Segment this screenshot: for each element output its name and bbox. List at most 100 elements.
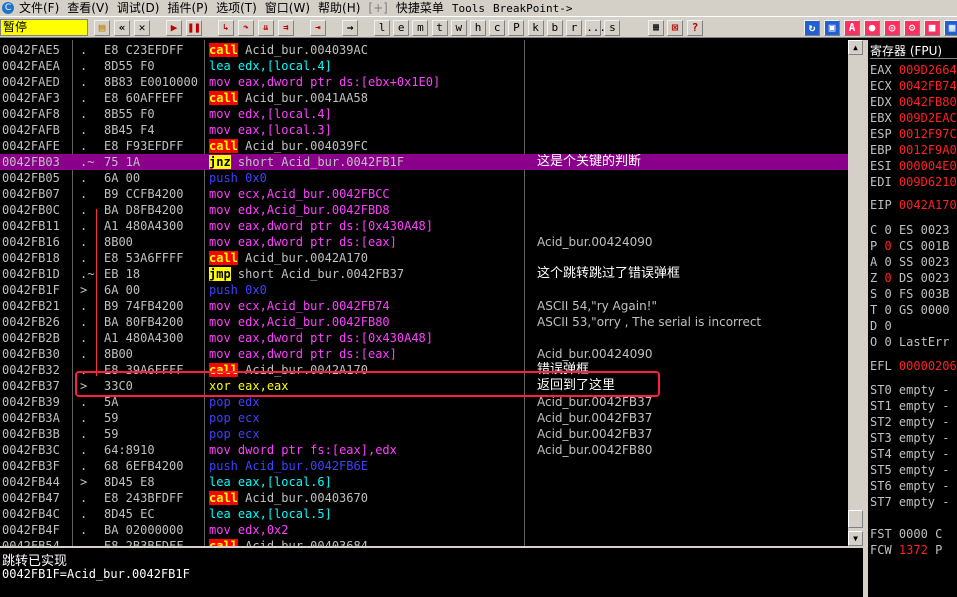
menu-item[interactable]: 快捷菜单	[392, 0, 448, 16]
register-row[interactable]: EAX 009D2664	[870, 62, 957, 78]
disasm-row[interactable]: 0042FB1F >6A 00 push 0x0	[0, 282, 848, 298]
flag-row[interactable]: D 0	[870, 318, 892, 334]
disasm-row[interactable]: 0042FAE5. E8 C23EFDFF call Acid_bur.004039…	[0, 42, 848, 58]
target-icon[interactable]: ◎	[884, 20, 900, 36]
stop-icon[interactable]: ■	[924, 20, 940, 36]
window-w-button[interactable]: w	[450, 20, 467, 36]
fpu-fst-row[interactable]: FST 0000 C	[870, 526, 942, 542]
gear-icon[interactable]: ⚙	[904, 20, 920, 36]
disasm-row[interactable]: 0042FB26. BA 80FB4200 mov edx,Acid_bur.004…	[0, 314, 848, 330]
disasm-row[interactable]: 0042FAEA. 8D55 F0 lea edx,[local.4]	[0, 58, 848, 74]
menu-item[interactable]: 选项(T)	[212, 0, 261, 16]
trace-into-icon[interactable]: ⇊	[258, 20, 274, 36]
step-over-icon[interactable]: ↷	[238, 20, 254, 36]
disasm-row[interactable]: 0042FB3A. 59 pop ecx Acid_bur.0042FB37	[0, 410, 848, 426]
record-icon[interactable]: ●	[864, 20, 880, 36]
disasm-row[interactable]: 0042FB07. B9 CCFB4200 mov ecx,Acid_bur.004…	[0, 186, 848, 202]
window-c-button[interactable]: c	[489, 20, 506, 36]
options-icon[interactable]: ▦	[648, 20, 664, 36]
fpu-stack-row[interactable]: ST3 empty -	[870, 430, 949, 446]
disasm-row[interactable]: 0042FB18. E8 53A6FFFF call Acid_bur.0042A1…	[0, 250, 848, 266]
disasm-row[interactable]: 0042FB16. 8B00 mov eax,dword ptr ds:[eax] A…	[0, 234, 848, 250]
plugin-a-icon[interactable]: A	[844, 20, 860, 36]
flag-row[interactable]: P 0 CS 001B	[870, 238, 950, 254]
register-row[interactable]: EDX 0042FB80	[870, 94, 957, 110]
fpu-fcw-row[interactable]: FCW 1372 P	[870, 542, 942, 558]
menu-item[interactable]: 帮助(H)	[314, 0, 364, 16]
fpu-stack-row[interactable]: ST7 empty -	[870, 494, 949, 510]
register-efl[interactable]: EFL 00000206	[870, 358, 957, 374]
menu-item[interactable]: 窗口(W)	[261, 0, 314, 16]
disasm-row[interactable]: 0042FB44 >8D45 E8 lea eax,[local.6]	[0, 474, 848, 490]
window-b-button[interactable]: b	[546, 20, 563, 36]
disasm-row[interactable]: 0042FAED. 8B83 E0010000 mov eax,dword ptr …	[0, 74, 848, 90]
disasm-row[interactable]: 0042FAF3. E8 60AFFEFF call Acid_bur.0041AA…	[0, 90, 848, 106]
flag-row[interactable]: A 0 SS 0023	[870, 254, 950, 270]
disasm-row[interactable]: 0042FB3C. 64:8910 mov dword ptr fs:[eax],e…	[0, 442, 848, 458]
disasm-row[interactable]: 0042FB4C. 8D45 EC lea eax,[local.5]	[0, 506, 848, 522]
window-l-button[interactable]: l	[374, 20, 390, 36]
disasm-row[interactable]: 0042FB1D .~ EB 18 jmp short Acid_bur.0042FB…	[0, 266, 848, 282]
register-row[interactable]: ESI 000004E0	[870, 158, 957, 174]
window-r-button[interactable]: r	[566, 20, 582, 36]
window-P-button[interactable]: P	[508, 20, 525, 36]
fpu-stack-row[interactable]: ST6 empty -	[870, 478, 949, 494]
menu-item[interactable]: BreakPoint->	[489, 1, 576, 16]
execute-till-return-icon[interactable]: ⇥	[310, 20, 326, 36]
window-t-button[interactable]: t	[431, 20, 448, 36]
disasm-row[interactable]: 0042FAFE. E8 F93EFDFF call Acid_bur.004039…	[0, 138, 848, 154]
disasm-row[interactable]: 0042FB30. 8B00 mov eax,dword ptr ds:[eax] A…	[0, 346, 848, 362]
flag-row[interactable]: S 0 FS 003B	[870, 286, 950, 302]
scroll-down-icon[interactable]: ▼	[848, 531, 863, 546]
disasm-row[interactable]: 0042FB4F. BA 02000000 mov edx,0x2	[0, 522, 848, 538]
disasm-row[interactable]: 0042FB37 >33C0 xor eax,eax 返回到了这里	[0, 378, 848, 394]
disassembly-scrollbar[interactable]: ▲ ▼	[848, 40, 863, 546]
register-row[interactable]: EDI 009D6210	[870, 174, 957, 190]
disasm-row[interactable]: 0042FB3F. 68 6EFB4200 push Acid_bur.0042FB…	[0, 458, 848, 474]
flag-row[interactable]: Z 0 DS 0023	[870, 270, 950, 286]
register-row[interactable]: ECX 0042FB74	[870, 78, 957, 94]
menu-item[interactable]: Tools	[448, 1, 489, 16]
pause-icon[interactable]: ❚❚	[186, 20, 202, 36]
disasm-row[interactable]: 0042FAF8. 8B55 F0 mov edx,[local.4]	[0, 106, 848, 122]
fpu-stack-row[interactable]: ST1 empty -	[870, 398, 949, 414]
restart-icon[interactable]: «	[114, 20, 130, 36]
flag-row[interactable]: T 0 GS 0000	[870, 302, 950, 318]
open-file-icon[interactable]: ▤	[94, 20, 110, 36]
register-row[interactable]: ESP 0012F97C	[870, 126, 957, 142]
window-h-button[interactable]: h	[470, 20, 486, 36]
scroll-up-icon[interactable]: ▲	[848, 40, 863, 55]
disasm-row[interactable]: 0042FB03 .~ 75 1A jnz short Acid_bur.0042FB…	[0, 154, 848, 170]
disasm-row[interactable]: 0042FB0C. BA D8FB4200 mov edx,Acid_bur.004…	[0, 202, 848, 218]
help-icon[interactable]: ?	[687, 20, 703, 36]
register-eip[interactable]: EIP 0042A170	[870, 197, 957, 213]
flag-row[interactable]: O 0 LastErr	[870, 334, 950, 350]
step-into-icon[interactable]: ↳	[218, 20, 234, 36]
disasm-row[interactable]: 0042FB05. 6A 00 push 0x0	[0, 170, 848, 186]
registers-pane[interactable]: 寄存器 (FPU) EAX 009D2664 ECX 0042FB74 EDX 00…	[868, 40, 957, 597]
disasm-row[interactable]: 0042FB32. E8 39A6FFFF call Acid_bur.0042A1…	[0, 362, 848, 378]
menu-item[interactable]: [+]	[364, 0, 391, 16]
window-more-button[interactable]: ...	[585, 20, 606, 36]
window-m-button[interactable]: m	[412, 20, 429, 36]
goto-icon[interactable]: →	[342, 20, 358, 36]
disasm-row[interactable]: 0042FB54. E8 2B3BFDFF call Acid_bur.004036…	[0, 538, 848, 546]
flag-row[interactable]: C 0 ES 0023	[870, 222, 950, 238]
disassembly-pane[interactable]: 0042FAE5. E8 C23EFDFF call Acid_bur.004039…	[0, 40, 863, 546]
close-icon[interactable]: ✕	[134, 20, 150, 36]
disasm-row[interactable]: 0042FB39. 5A pop edx Acid_bur.0042FB37	[0, 394, 848, 410]
fpu-stack-row[interactable]: ST0 empty -	[870, 382, 949, 398]
grid-icon[interactable]: ▦	[944, 20, 957, 36]
window-s-button[interactable]: s	[604, 20, 621, 36]
disasm-row[interactable]: 0042FB21. B9 74FB4200 mov ecx,Acid_bur.004…	[0, 298, 848, 314]
fpu-stack-row[interactable]: ST5 empty -	[870, 462, 949, 478]
window-k-button[interactable]: k	[527, 20, 544, 36]
lock-icon[interactable]: ▣	[824, 20, 840, 36]
disasm-row[interactable]: 0042FAFB. 8B45 F4 mov eax,[local.3]	[0, 122, 848, 138]
register-row[interactable]: EBP 0012F9A0	[870, 142, 957, 158]
disasm-row[interactable]: 0042FB11. A1 480A4300 mov eax,dword ptr ds…	[0, 218, 848, 234]
fpu-stack-row[interactable]: ST4 empty -	[870, 446, 949, 462]
menu-item[interactable]: 查看(V)	[63, 0, 113, 16]
disasm-row[interactable]: 0042FB47. E8 243BFDFF call Acid_bur.004036…	[0, 490, 848, 506]
run-icon[interactable]: ▶	[166, 20, 182, 36]
